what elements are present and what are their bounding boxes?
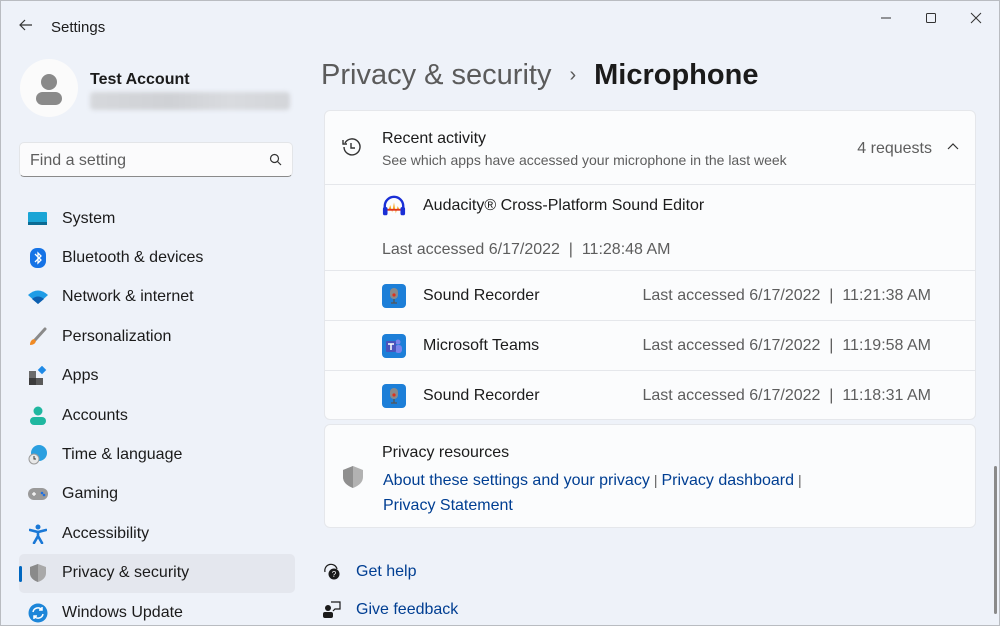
sidebar-item-label: Accessibility [62, 524, 150, 542]
avatar[interactable] [20, 59, 78, 117]
sidebar-item-personalization[interactable]: Personalization [19, 317, 295, 356]
close-icon [970, 12, 982, 24]
sidebar-item-label: Apps [62, 367, 99, 385]
last-accessed: Last accessed 6/17/2022 | 11:28:48 AM [382, 241, 671, 258]
sidebar-item-label: Time & language [62, 446, 183, 464]
privacy-resources-links: About these settings and your privacy | Pr… [383, 468, 843, 518]
search-icon [269, 153, 282, 166]
scrollbar-thumb[interactable] [994, 466, 997, 614]
activity-row: Sound Recorder Last accessed 6/17/2022 |… [325, 371, 975, 419]
apps-icon [28, 366, 48, 386]
help-icon: ? [324, 563, 340, 580]
get-help-link[interactable]: ? Get help [323, 563, 416, 581]
search-input[interactable]: Find a setting [19, 142, 293, 177]
sidebar-item-label: Personalization [62, 327, 172, 345]
give-feedback-label: Give feedback [356, 601, 459, 618]
teams-icon [382, 334, 406, 358]
sidebar-item-gaming[interactable]: Gaming [19, 475, 295, 514]
sidebar-nav: System Bluetooth & devices Network & int… [19, 199, 295, 626]
shield-icon [28, 563, 48, 583]
maximize-button[interactable] [916, 7, 946, 29]
minimize-icon [881, 17, 891, 19]
update-icon [28, 603, 48, 623]
chevron-up-icon[interactable] [947, 142, 959, 150]
wifi-icon [28, 287, 48, 307]
breadcrumb: Privacy & security › Microphone [321, 59, 758, 92]
sidebar-item-apps[interactable]: Apps [19, 357, 295, 396]
audacity-icon [382, 195, 406, 216]
last-accessed: Last accessed 6/17/2022 | 11:19:58 AM [642, 337, 932, 354]
sidebar-item-label: System [62, 209, 116, 227]
privacy-dashboard-link[interactable]: Privacy dashboard [661, 472, 794, 489]
activity-row: Audacity® Cross-Platform Sound Editor La… [325, 185, 975, 271]
active-indicator [19, 565, 22, 582]
last-accessed: Last accessed 6/17/2022 | 11:21:38 AM [642, 287, 932, 304]
about-privacy-link[interactable]: About these settings and your privacy [383, 472, 650, 489]
back-button[interactable] [15, 14, 37, 36]
link-separator: | [653, 472, 658, 488]
sidebar-item-accounts[interactable]: Accounts [19, 396, 295, 435]
bluetooth-icon [28, 248, 48, 269]
request-count: 4 requests [857, 140, 932, 157]
sidebar-item-windows-update[interactable]: Windows Update [19, 593, 295, 626]
app-title: Settings [51, 19, 106, 36]
gamepad-icon [28, 484, 48, 504]
sidebar-item-system[interactable]: System [19, 199, 295, 238]
sound-recorder-icon [382, 284, 406, 308]
accounts-icon [28, 406, 48, 426]
back-arrow-icon [19, 19, 32, 31]
svg-text:?: ? [332, 570, 337, 579]
minimize-button[interactable] [871, 7, 901, 29]
sidebar-item-label: Gaming [62, 485, 119, 503]
recent-activity-card: Recent activity See which apps have acce… [324, 110, 976, 420]
app-name: Audacity® Cross-Platform Sound Editor [423, 197, 705, 214]
app-name: Microsoft Teams [423, 337, 540, 354]
user-avatar-icon [36, 74, 62, 105]
recent-activity-title: Recent activity [382, 130, 487, 147]
history-icon [342, 138, 361, 156]
account-email-redacted [90, 92, 290, 110]
sidebar-item-network[interactable]: Network & internet [19, 278, 295, 317]
shield-icon [343, 466, 363, 488]
privacy-statement-link[interactable]: Privacy Statement [383, 497, 513, 514]
sidebar-item-label: Accounts [62, 406, 128, 424]
brush-icon [28, 327, 48, 347]
recent-activity-header[interactable]: Recent activity See which apps have acce… [325, 111, 975, 185]
page-title: Microphone [594, 59, 759, 91]
sidebar-item-label: Privacy & security [62, 564, 190, 582]
accessibility-icon [28, 524, 48, 544]
sidebar-item-bluetooth[interactable]: Bluetooth & devices [19, 238, 295, 277]
sidebar-item-privacy-security[interactable]: Privacy & security [19, 553, 295, 593]
recent-activity-subtitle: See which apps have accessed your microp… [382, 152, 787, 168]
settings-window: Settings Test Account Find a setting Sys… [0, 0, 1000, 626]
activity-row: Sound Recorder Last accessed 6/17/2022 |… [325, 271, 975, 321]
system-icon [28, 209, 48, 229]
sidebar-item-label: Bluetooth & devices [62, 249, 204, 267]
activity-row: Microsoft Teams Last accessed 6/17/2022 … [325, 321, 975, 371]
sidebar-item-time-language[interactable]: Time & language [19, 435, 295, 474]
search-placeholder: Find a setting [30, 152, 127, 169]
breadcrumb-parent[interactable]: Privacy & security [321, 59, 551, 92]
sidebar-item-accessibility[interactable]: Accessibility [19, 514, 295, 553]
breadcrumb-separator-icon: › [569, 64, 577, 86]
last-accessed: Last accessed 6/17/2022 | 11:18:31 AM [642, 387, 932, 404]
sound-recorder-icon [382, 384, 406, 408]
close-button[interactable] [961, 7, 991, 29]
time-language-icon [28, 445, 48, 465]
app-name: Sound Recorder [423, 287, 540, 304]
sidebar-item-label: Windows Update [62, 603, 183, 621]
link-separator: | [797, 472, 802, 488]
maximize-icon [926, 13, 936, 23]
get-help-label: Get help [356, 563, 417, 580]
app-name: Sound Recorder [423, 387, 540, 404]
title-bar: Settings [1, 1, 999, 47]
account-name: Test Account [90, 71, 190, 88]
give-feedback-link[interactable]: Give feedback [323, 601, 458, 619]
feedback-icon [323, 601, 341, 618]
privacy-resources-title: Privacy resources [382, 444, 510, 461]
privacy-resources-card: Privacy resources About these settings a… [324, 424, 976, 528]
sidebar-item-label: Network & internet [62, 288, 194, 306]
